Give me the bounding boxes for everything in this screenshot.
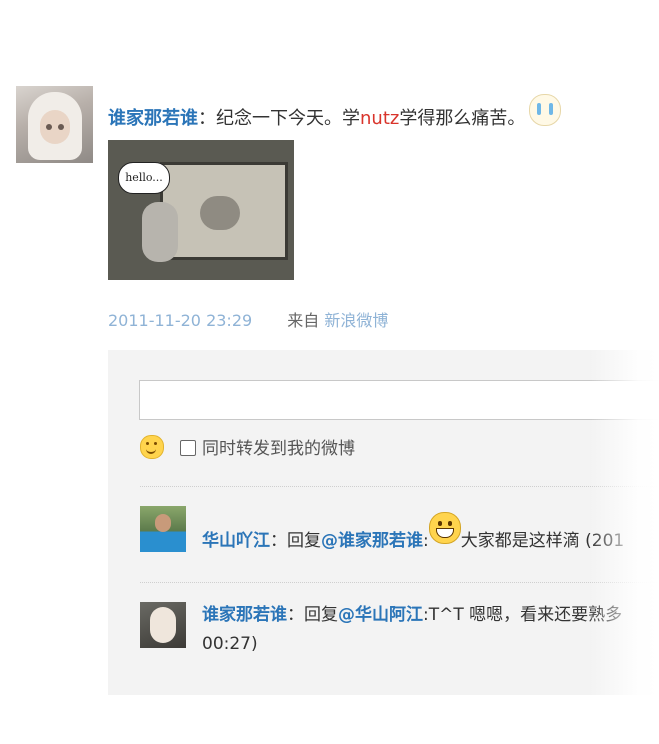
comment-author[interactable]: 华山吖江 <box>202 531 270 551</box>
post-highlight-nutz: nutz <box>360 108 400 129</box>
repost-checkbox-label[interactable]: 同时转发到我的微博 <box>202 434 355 459</box>
post-meta: 2011-11-20 23:29 来自 新浪微博 <box>108 307 388 331</box>
comment-divider <box>140 486 659 487</box>
comment-item: 华山吖江：回复@谁家那若谁: 大家都是这样滴 (201 <box>202 512 624 551</box>
post-author-avatar[interactable] <box>16 86 93 163</box>
comment-divider <box>140 582 659 583</box>
comment-reply-label: 回复 <box>304 605 338 625</box>
comment-item: 谁家那若谁：回复@华山阿江:T^T 嗯嗯，看来还要熟多 <box>202 600 622 625</box>
post-text-after: 学得那么痛苦。 <box>399 108 526 129</box>
avatar-face <box>40 110 70 144</box>
cry-emoji-icon <box>529 94 562 126</box>
post-from-label: 来自 <box>287 311 320 330</box>
photo-speech-bubble: hello... <box>118 162 170 194</box>
comment-reply-label: 回复 <box>287 531 321 551</box>
comment-mention-colon: : <box>423 531 429 551</box>
post-colon: ： <box>198 108 216 129</box>
avatar-eye-right <box>58 124 64 130</box>
post-photo[interactable]: hello... <box>108 140 294 280</box>
repost-checkbox[interactable] <box>180 440 196 456</box>
comment-colon: ： <box>287 605 304 625</box>
right-fade-overlay <box>589 350 659 695</box>
post-author-name[interactable]: 谁家那若谁 <box>108 108 198 129</box>
comment-author[interactable]: 谁家那若谁 <box>202 605 287 625</box>
comment-mention[interactable]: @谁家那若谁 <box>321 531 423 551</box>
photo-cat <box>200 196 240 230</box>
comment-input[interactable] <box>139 380 659 420</box>
post-timestamp[interactable]: 2011-11-20 23:29 <box>108 311 252 330</box>
photo-figure <box>142 202 178 262</box>
comment-panel: 同时转发到我的微博 华山吖江：回复@谁家那若谁: 大家都是这样滴 (201 谁家那… <box>108 350 659 695</box>
comment-colon: ： <box>270 531 287 551</box>
comment-avatar[interactable] <box>140 602 186 648</box>
grin-emoji-icon <box>428 512 461 544</box>
comment-mention[interactable]: @华山阿江 <box>338 605 423 625</box>
emoji-picker-icon[interactable] <box>140 435 164 459</box>
avatar-eye-left <box>46 124 52 130</box>
comment-avatar[interactable] <box>140 506 186 552</box>
comment-text-line2: 00:27) <box>202 634 258 654</box>
post-text-line: 谁家那若谁：纪念一下今天。学nutz学得那么痛苦。 <box>108 94 562 130</box>
post-text-before: 纪念一下今天。学 <box>216 108 360 129</box>
post-source-link[interactable]: 新浪微博 <box>324 311 388 330</box>
